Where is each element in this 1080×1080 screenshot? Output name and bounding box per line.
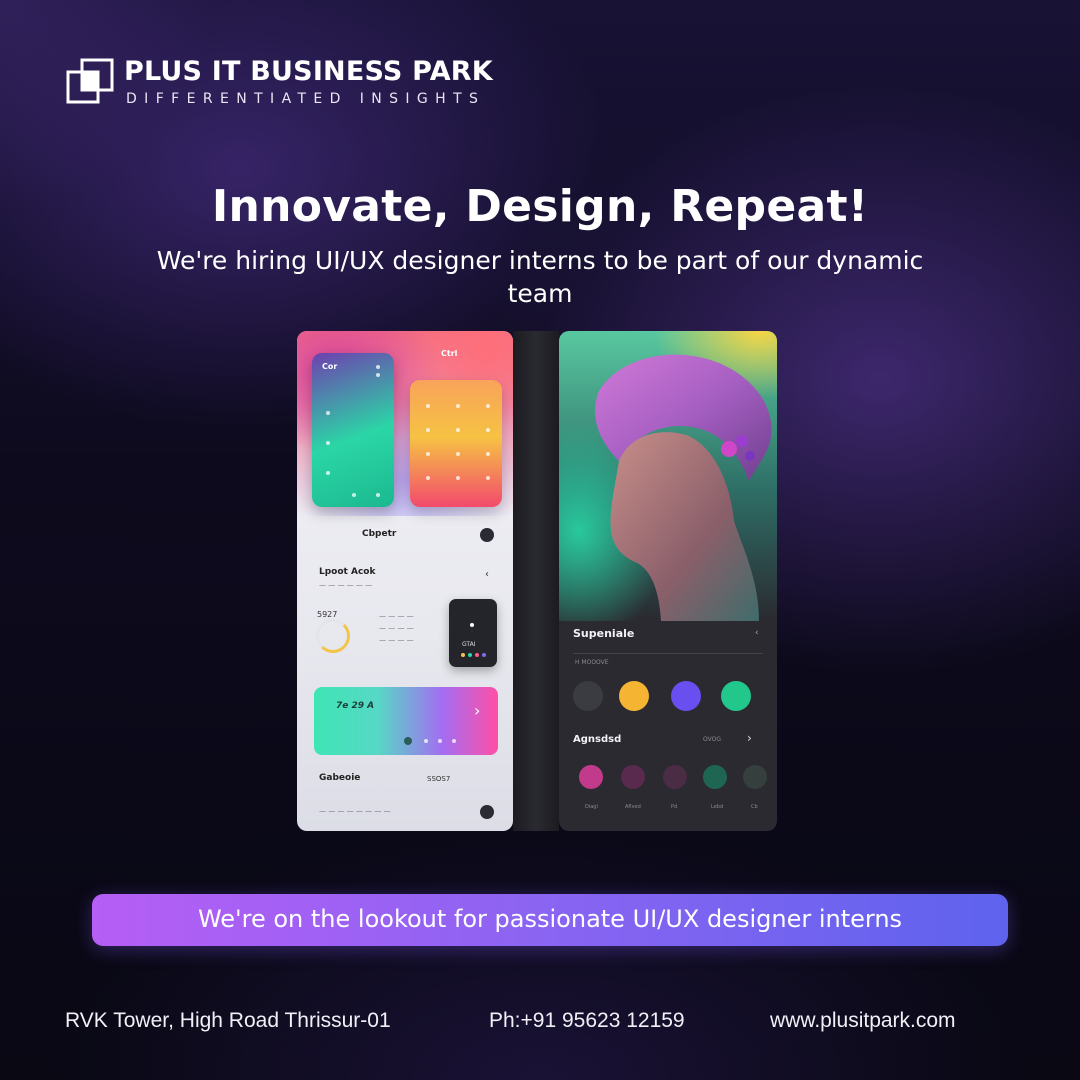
chip-label: GTAI [462,641,476,648]
chevron-right-icon: › [474,701,481,720]
chevron-right-icon: › [747,731,752,745]
right-screen-title: Supeniale [573,627,635,640]
left-list-title: Lpoot Acok [319,567,376,577]
headline: Innovate, Design, Repeat! [211,181,869,232]
right-section-title: Agnsdsd [573,734,622,745]
portrait-illustration [595,354,772,621]
swatch-dark [573,681,603,711]
bottom-label: Diagl [585,804,598,810]
bottom-label: Pd [671,804,678,810]
left-list-value: 5927 [317,610,338,619]
swatch-slate [743,765,767,789]
swatch-mauve [663,765,687,789]
bottom-label: Cb [751,804,758,810]
brand-name: PLUS IT BUSINESS PARK [124,56,493,87]
hiring-poster: PLUS IT BUSINESS PARK DIFFERENTIATED INS… [0,0,1080,1080]
swatch-violet [671,681,701,711]
app-mockup-illustration: Cor Ctrl Cbpetr Lpoot Acok — — — — — — ‹… [297,331,777,833]
bottom-label: Lebd [711,804,724,810]
left-footer-value: SSOS7 [427,775,451,783]
left-phone-screen: Cor Ctrl Cbpetr Lpoot Acok — — — — — — ‹… [297,331,513,831]
footer-phone: Ph:+91 95623 12159 [489,1009,685,1032]
swatch-plum [621,765,645,789]
right-screen-subtitle: H MOOOVE [575,659,609,666]
footer-website: www.plusitpark.com [770,1009,956,1032]
subheadline: We're hiring UI/UX designer interns to b… [156,246,924,308]
chevron-down-icon [480,805,494,819]
portrait-artwork [559,331,777,621]
device-chip: GTAI [449,599,497,667]
phone-fold [513,331,559,831]
left-header-label: Ctrl [441,349,458,358]
chevron-left-icon: ‹ [485,569,489,580]
right-section-action: OVOG [703,736,721,743]
chevron-down-icon [480,528,494,542]
cta-banner-text: We're on the lookout for passionate UI/U… [197,905,903,933]
cta-banner: We're on the lookout for passionate UI/U… [92,894,1008,946]
left-footer-title: Gabeoie [319,773,361,783]
swatch-yellow [619,681,649,711]
brand-tagline: DIFFERENTIATED INSIGHTS [126,91,486,107]
brand-logo: PLUS IT BUSINESS PARK DIFFERENTIATED INS… [66,56,552,108]
divider [573,653,763,654]
right-phone-screen: Supeniale ‹ H MOOOVE Agnsdsd OVOG › Diag… [559,331,777,831]
bottom-label: Aflved [625,804,641,810]
gradient-card: 7e 29 A › [314,687,498,755]
logo-mark-icon [66,58,114,104]
gauge-icon [316,619,350,653]
swatch-green [721,681,751,711]
teal-card-title: Cor [322,362,338,371]
footer-address: RVK Tower, High Road Thrissur-01 [65,1009,391,1032]
chevron-left-icon: ‹ [755,628,759,638]
swatch-teal [703,765,727,789]
gradient-card-text: 7e 29 A [336,701,375,711]
swatch-magenta [579,765,603,789]
orange-keypad-card [410,380,502,507]
teal-card: Cor [312,353,394,507]
left-section-title: Cbpetr [362,529,397,539]
